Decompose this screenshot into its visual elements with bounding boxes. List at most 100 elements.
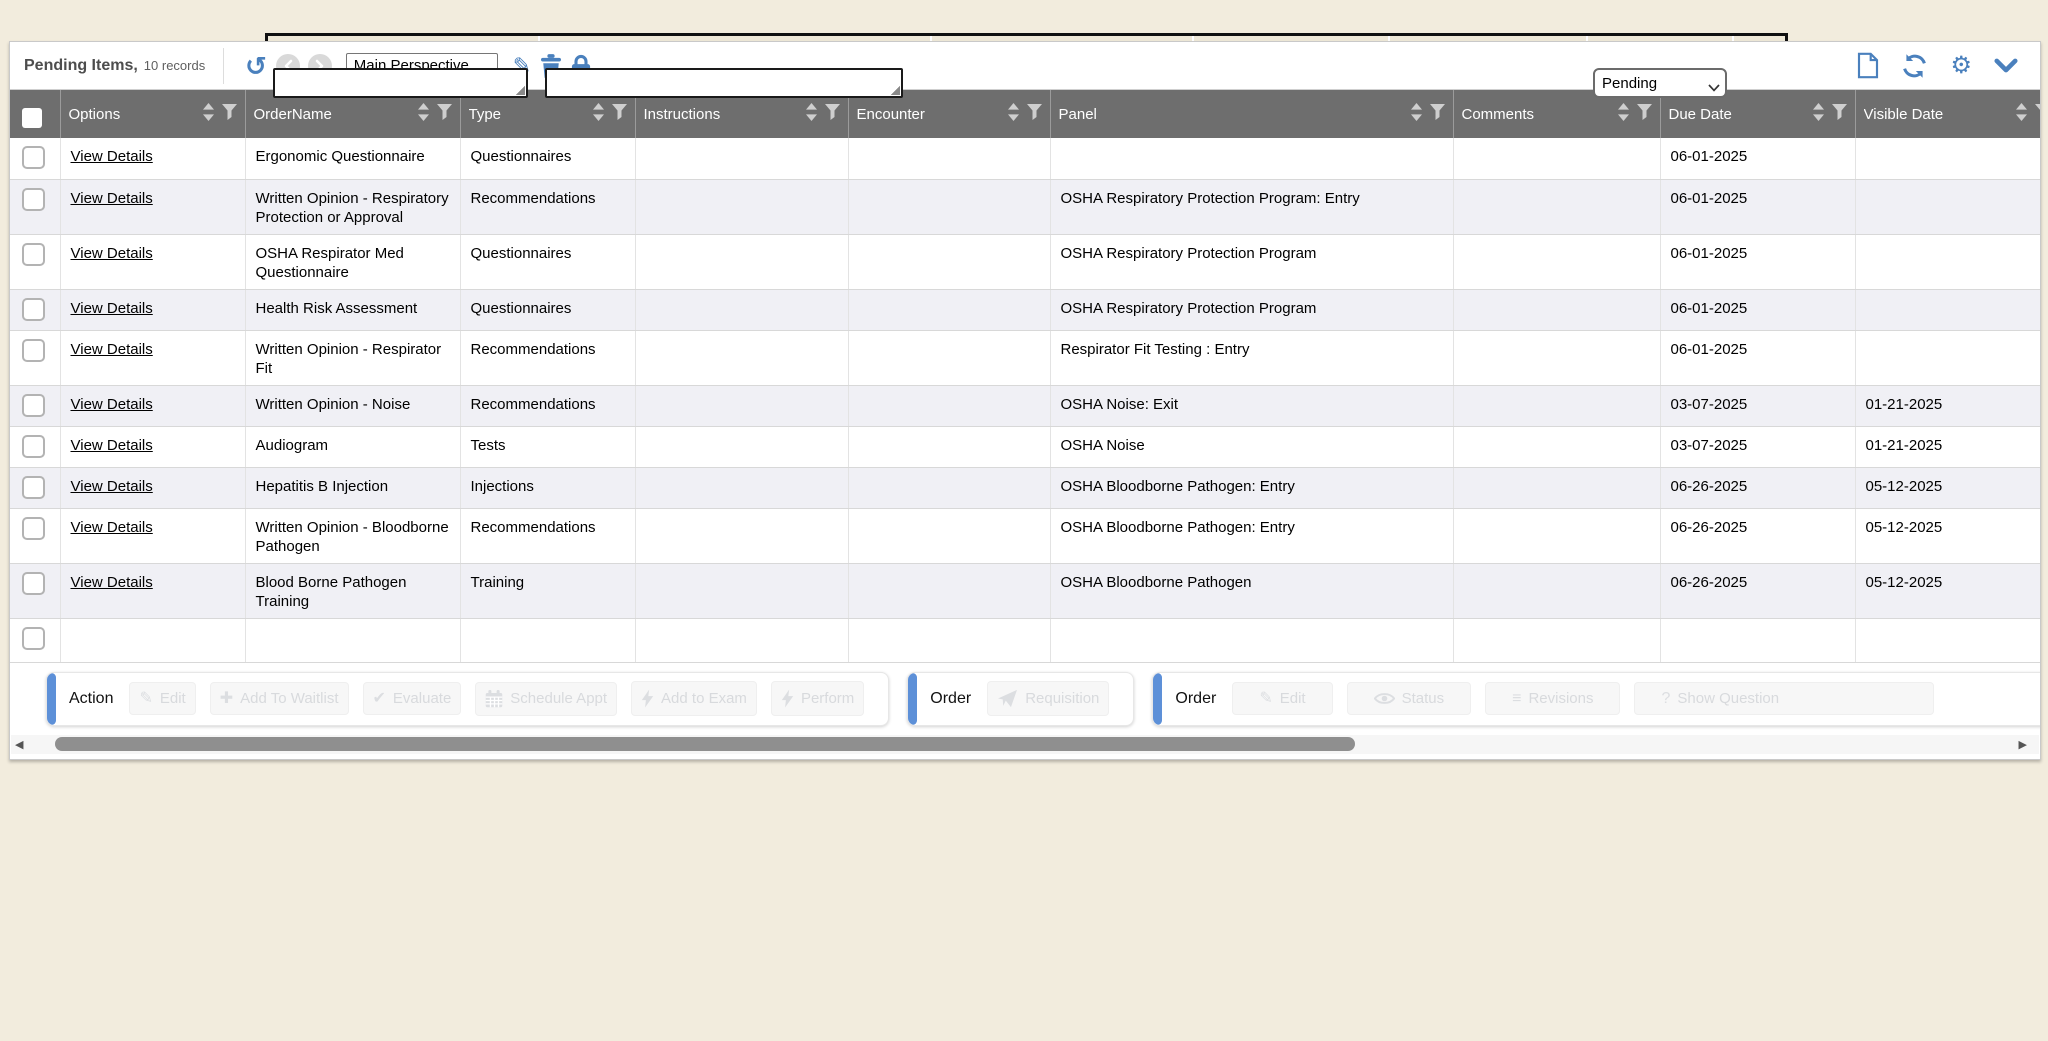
cell-panel: OSHA Respiratory Protection Program — [1050, 289, 1453, 330]
filter-icon[interactable] — [1832, 104, 1847, 124]
requisition-button[interactable]: Requisition — [987, 681, 1109, 716]
view-details-link[interactable]: View Details — [71, 478, 153, 495]
show-question-button[interactable]: ? Show Question — [1634, 682, 1934, 715]
cell-type: Recommendations — [460, 385, 635, 426]
refresh-icon[interactable] — [1901, 53, 1928, 79]
view-details-link[interactable]: View Details — [71, 148, 153, 165]
select-all-checkbox[interactable] — [22, 108, 42, 128]
undo-icon[interactable]: ↺ — [245, 53, 267, 79]
collapse-chevron-down-icon[interactable] — [1994, 58, 2018, 73]
view-details-link[interactable]: View Details — [71, 190, 153, 207]
question-icon: ? — [1661, 691, 1670, 707]
cell-comments — [1453, 179, 1660, 234]
record-count: 10 records — [144, 58, 205, 73]
sort-icon[interactable] — [1007, 103, 1020, 125]
cell-comments — [1453, 385, 1660, 426]
view-details-link[interactable]: View Details — [71, 519, 153, 536]
cell-instructions — [635, 138, 848, 179]
view-details-link[interactable]: View Details — [71, 341, 153, 358]
sort-icon[interactable] — [1410, 103, 1423, 125]
view-details-link[interactable]: View Details — [71, 437, 153, 454]
row-checkbox[interactable] — [22, 476, 45, 499]
cell-type: Questionnaires — [460, 234, 635, 289]
new-document-icon[interactable] — [1857, 52, 1879, 79]
schedule-appt-button[interactable]: Schedule Appt — [475, 682, 617, 716]
row-checkbox[interactable] — [22, 435, 45, 458]
add-to-waitlist-button[interactable]: ✚ Add To Waitlist — [210, 682, 349, 715]
scroll-right-icon[interactable]: ▶ — [2019, 738, 2027, 751]
row-checkbox[interactable] — [22, 146, 45, 169]
column-header-panel[interactable]: Panel — [1050, 90, 1453, 138]
bolt-icon — [781, 689, 794, 708]
pending-items-table: Options OrderName Type Instructions Enco… — [10, 90, 2041, 663]
group-accent-bar — [47, 673, 56, 725]
scroll-left-icon[interactable]: ◀ — [15, 738, 23, 751]
resize-grip-icon[interactable] — [890, 85, 900, 95]
cell-visible-date — [1855, 179, 2041, 234]
gear-icon[interactable]: ⚙ — [1950, 54, 1972, 78]
group-accent-bar — [908, 673, 917, 725]
footer-checkbox[interactable] — [22, 627, 45, 650]
column-header-options[interactable]: Options — [60, 90, 245, 138]
calendar-icon — [485, 690, 503, 708]
sort-icon[interactable] — [202, 103, 215, 125]
filter-icon[interactable] — [222, 104, 237, 124]
lines-icon: ≡ — [1512, 691, 1521, 707]
sort-icon[interactable] — [1812, 103, 1825, 125]
revisions-button[interactable]: ≡ Revisions — [1485, 682, 1620, 715]
grid-title-wrap: Pending Items, 10 records — [10, 57, 223, 75]
edit-order-button[interactable]: ✎ Edit — [1232, 682, 1332, 715]
perform-button[interactable]: Perform — [771, 681, 864, 716]
row-checkbox[interactable] — [22, 394, 45, 417]
cell-type: Tests — [460, 426, 635, 467]
view-details-link[interactable]: View Details — [71, 396, 153, 413]
status-select[interactable]: Pending — [1593, 68, 1727, 98]
row-checkbox[interactable] — [22, 188, 45, 211]
view-details-link[interactable]: View Details — [71, 300, 153, 317]
sort-icon[interactable] — [805, 103, 818, 125]
filter-icon[interactable] — [1430, 104, 1445, 124]
row-checkbox[interactable] — [22, 517, 45, 540]
cell-comments — [1453, 426, 1660, 467]
evaluate-button[interactable]: ✔ Evaluate — [363, 682, 462, 715]
cell-due-date: 06-26-2025 — [1660, 508, 1855, 563]
order-input[interactable] — [275, 70, 526, 96]
add-to-exam-button[interactable]: Add to Exam — [631, 681, 757, 716]
row-checkbox[interactable] — [22, 572, 45, 595]
table-row: View Details Blood Borne Pathogen Traini… — [10, 563, 2041, 618]
filter-icon[interactable] — [2035, 104, 2042, 124]
filter-icon[interactable] — [1637, 104, 1652, 124]
edit-button[interactable]: ✎ Edit — [129, 682, 195, 715]
check-icon: ✔ — [373, 691, 386, 707]
scrollbar-thumb[interactable] — [55, 737, 1355, 751]
cell-encounter — [848, 234, 1050, 289]
view-details-link[interactable]: View Details — [71, 574, 153, 591]
group-label: Order — [1175, 690, 1216, 708]
cell-encounter — [848, 138, 1050, 179]
row-checkbox[interactable] — [22, 298, 45, 321]
panel-input[interactable] — [547, 70, 901, 96]
cell-due-date: 06-01-2025 — [1660, 234, 1855, 289]
sort-icon[interactable] — [2015, 103, 2028, 125]
view-details-link[interactable]: View Details — [71, 245, 153, 262]
cell-order-name: Hepatitis B Injection — [245, 467, 460, 508]
table-row: View Details Written Opinion - Respirato… — [10, 330, 2041, 385]
table-row: View Details Written Opinion - Noise Rec… — [10, 385, 2041, 426]
table-row: View Details Ergonomic Questionnaire Que… — [10, 138, 2041, 179]
status-button[interactable]: Status — [1347, 682, 1472, 715]
cell-instructions — [635, 385, 848, 426]
column-header-visible-date[interactable]: Visible Date — [1855, 90, 2041, 138]
filter-icon[interactable] — [612, 104, 627, 124]
sort-icon[interactable] — [1617, 103, 1630, 125]
filter-icon[interactable] — [1027, 104, 1042, 124]
cell-order-name: Written Opinion - Bloodborne Pathogen — [245, 508, 460, 563]
resize-grip-icon[interactable] — [515, 85, 525, 95]
sort-icon[interactable] — [417, 103, 430, 125]
cell-due-date: 06-26-2025 — [1660, 467, 1855, 508]
filter-icon[interactable] — [825, 104, 840, 124]
table-row: View Details Health Risk Assessment Ques… — [10, 289, 2041, 330]
row-checkbox[interactable] — [22, 243, 45, 266]
sort-icon[interactable] — [592, 103, 605, 125]
filter-icon[interactable] — [437, 104, 452, 124]
row-checkbox[interactable] — [22, 339, 45, 362]
